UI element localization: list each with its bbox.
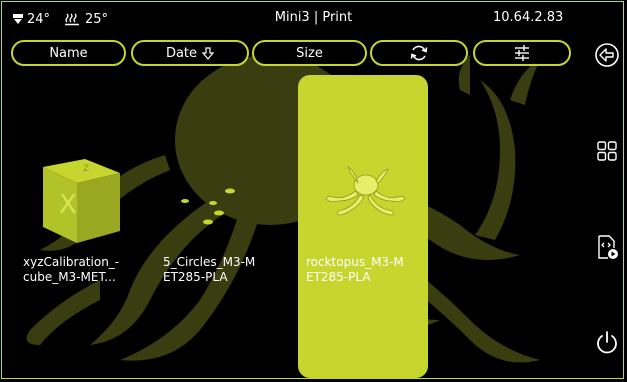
gcode-file-icon xyxy=(598,235,618,259)
file-name-line2: ET285-PLA xyxy=(163,270,228,284)
arrow-down-icon xyxy=(202,46,215,60)
back-arrow-icon xyxy=(595,43,619,67)
file-name-line1: rocktopus_M3-M xyxy=(306,255,404,269)
sort-size-button[interactable]: Size xyxy=(252,40,367,66)
refresh-button[interactable] xyxy=(370,40,468,66)
file-tile-5-circles[interactable]: 5_Circles_M3-M ET285-PLA xyxy=(155,75,285,378)
sort-date-button[interactable]: Date xyxy=(131,40,249,66)
grid-view-icon xyxy=(597,141,617,161)
back-button[interactable] xyxy=(588,38,626,72)
circles-thumbnail xyxy=(181,188,235,225)
file-name-line1: 5_Circles_M3-M xyxy=(163,255,256,269)
svg-text:X: X xyxy=(59,190,77,220)
svg-text:Z: Z xyxy=(83,164,89,174)
file-tile-rocktopus[interactable]: rocktopus_M3-M ET285-PLA xyxy=(298,75,428,378)
file-tile-xyzcalibration[interactable]: Z X xyzCalibration_- cube_M3-MET... xyxy=(15,75,145,378)
file-name-line1: xyzCalibration_- xyxy=(23,255,120,269)
ip-address: 10.64.2.83 xyxy=(493,10,564,25)
power-icon xyxy=(597,331,617,354)
file-name: rocktopus_M3-M ET285-PLA xyxy=(306,255,424,285)
status-bar: 24° 25° Mini3 | Print 10.64.2.83 xyxy=(0,0,627,38)
sort-name-button[interactable]: Name xyxy=(11,40,126,66)
grid-view-button[interactable] xyxy=(588,134,626,168)
sort-size-label: Size xyxy=(296,45,323,61)
sort-date-label: Date xyxy=(165,45,198,61)
file-name: xyzCalibration_- cube_M3-MET... xyxy=(23,255,141,285)
file-name-line2: ET285-PLA xyxy=(306,270,371,284)
cube-thumbnail: Z X xyxy=(43,159,120,243)
filter-icon xyxy=(515,45,529,61)
file-name: 5_Circles_M3-M ET285-PLA xyxy=(163,255,281,285)
sort-name-label: Name xyxy=(49,45,88,61)
refresh-icon xyxy=(410,45,428,61)
filter-button[interactable] xyxy=(473,40,571,66)
rocktopus-thumbnail xyxy=(325,166,406,216)
power-button[interactable] xyxy=(588,325,626,359)
file-name-line2: cube_M3-MET... xyxy=(23,270,116,284)
gcode-file-button[interactable] xyxy=(588,230,626,264)
print-file-browser: 24° 25° Mini3 | Print 10.64.2.83 Name Da… xyxy=(0,0,627,382)
